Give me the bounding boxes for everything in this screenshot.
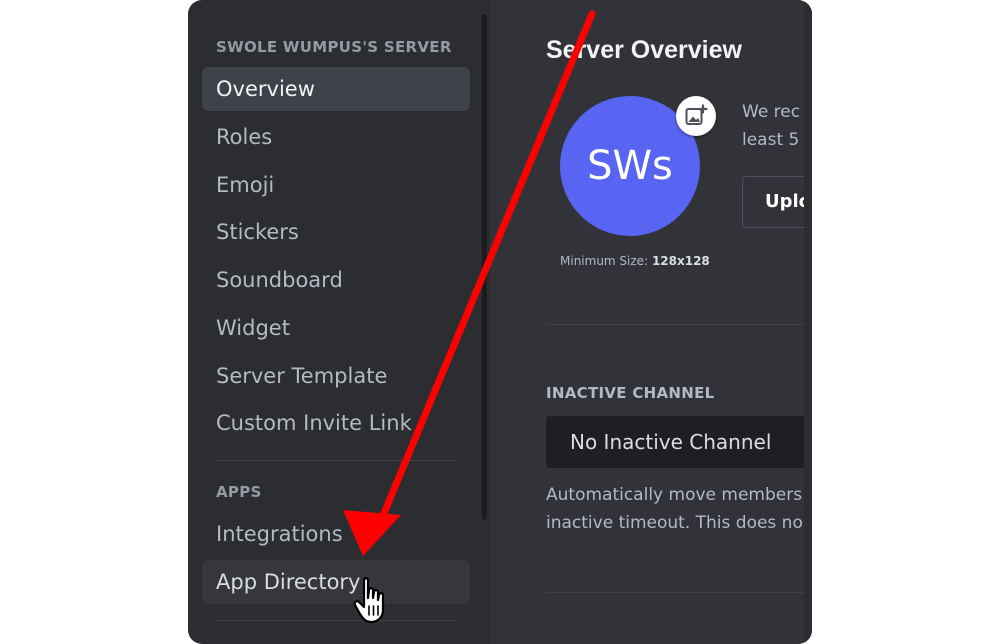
minimum-size-value: 128x128 (651, 254, 710, 268)
hand-pointer-icon (353, 577, 385, 624)
apps-section-header: APPS (216, 483, 262, 501)
image-plus-icon-glyph (685, 104, 708, 125)
sidebar-item-soundboard[interactable]: Soundboard (202, 258, 470, 302)
recommendation-line: least 5 (742, 130, 800, 150)
server-settings-window: SWOLE WUMPUS'S SERVER Overview Roles Emo… (188, 0, 812, 644)
recommendation-line: We rec (742, 102, 801, 122)
icon-recommendation-text: We rec least 5 (742, 98, 812, 154)
sidebar-item-custom-invite-link[interactable]: Custom Invite Link (202, 401, 470, 445)
sidebar-scrollbar[interactable] (482, 14, 487, 520)
sidebar-item-server-template[interactable]: Server Template (202, 354, 470, 398)
server-overview-panel: Server Overview SWs Minimum Size: 128x12… (490, 0, 812, 644)
inactive-channel-help: Automatically move members inactive time… (546, 481, 812, 537)
server-icon-initials: SWs (587, 143, 673, 189)
inactive-channel-select[interactable]: No Inactive Channel (546, 416, 812, 468)
minimum-size-label: Minimum Size: (560, 254, 649, 268)
sidebar-item-app-directory[interactable]: App Directory (202, 560, 470, 604)
help-line: Automatically move members (546, 485, 803, 505)
sidebar-item-overview[interactable]: Overview (202, 67, 470, 111)
settings-sidebar: SWOLE WUMPUS'S SERVER Overview Roles Emo… (188, 0, 484, 644)
image-plus-icon[interactable] (676, 96, 716, 136)
inactive-channel-label: INACTIVE CHANNEL (546, 384, 715, 402)
sidebar-item-widget[interactable]: Widget (202, 306, 470, 350)
sidebar-divider (216, 620, 456, 621)
help-line: inactive timeout. This does no (546, 513, 803, 533)
sidebar-item-stickers[interactable]: Stickers (202, 210, 470, 254)
section-divider (546, 324, 812, 325)
page-title: Server Overview (546, 36, 742, 64)
section-divider (546, 592, 812, 593)
server-section-header: SWOLE WUMPUS'S SERVER (216, 38, 452, 56)
sidebar-divider (216, 460, 456, 461)
upload-image-button[interactable]: Uplo (742, 176, 812, 228)
minimum-size-note: Minimum Size: 128x128 (560, 254, 710, 268)
main-scrollbar-track[interactable] (804, 0, 812, 644)
sidebar-item-integrations[interactable]: Integrations (202, 512, 470, 556)
sidebar-item-emoji[interactable]: Emoji (202, 163, 470, 207)
sidebar-item-roles[interactable]: Roles (202, 115, 470, 159)
